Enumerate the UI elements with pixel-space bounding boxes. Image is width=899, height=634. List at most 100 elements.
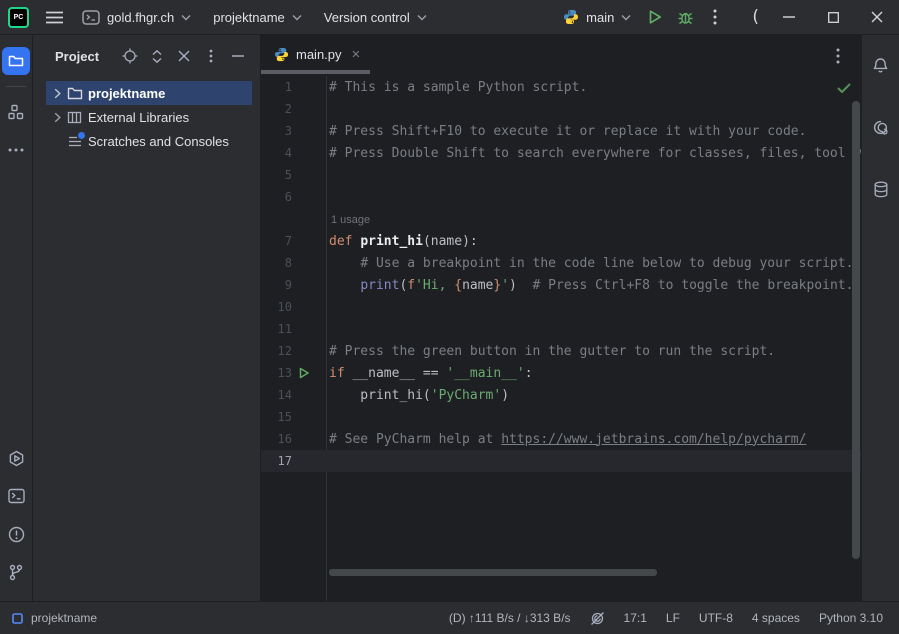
code-text[interactable]: # See PyCharm help at https://www.jetbra… — [326, 432, 861, 447]
code-line-8: 8 # Use a breakpoint in the code line be… — [261, 252, 861, 274]
remote-host-label: gold.fhgr.ch — [107, 10, 174, 25]
vertical-scrollbar[interactable] — [852, 101, 860, 559]
code-text[interactable]: # Use a breakpoint in the code line belo… — [326, 256, 861, 271]
code-line-9: 9 print(f'Hi, {name}') # Press Ctrl+F8 t… — [261, 274, 861, 296]
code-line-10: 10 — [261, 296, 861, 318]
close-button[interactable] — [855, 0, 899, 34]
locate-file-button[interactable] — [120, 46, 140, 66]
remote-host-widget[interactable]: gold.fhgr.ch — [73, 3, 200, 31]
line-number: 7 — [261, 234, 292, 248]
python-icon — [563, 9, 579, 25]
remote-terminal-icon — [82, 10, 100, 25]
line-number: 12 — [261, 344, 292, 358]
ellipsis-icon — [8, 148, 24, 152]
tree-item-label: External Libraries — [88, 110, 189, 125]
code-line-11: 11 — [261, 318, 861, 340]
tab-label: main.py — [296, 47, 342, 62]
inlay-hint-row: 1 usage — [261, 208, 861, 230]
more-toolwindows-button[interactable] — [2, 136, 30, 164]
problems-icon — [8, 526, 25, 543]
line-number: 16 — [261, 432, 292, 446]
terminal-toolwindow-button[interactable] — [2, 482, 30, 510]
tree-item-external-libraries[interactable]: External Libraries — [46, 105, 252, 129]
line-number: 4 — [261, 146, 292, 160]
more-actions-button[interactable] — [700, 3, 730, 31]
code-text[interactable]: def print_hi(name): — [326, 234, 861, 249]
vcs-widget[interactable]: Version control — [315, 3, 436, 31]
chevron-right-icon[interactable] — [49, 112, 66, 123]
project-toolwindow-button[interactable] — [2, 47, 30, 75]
collapse-all-button[interactable] — [174, 46, 194, 66]
inspection-ok-icon[interactable] — [837, 83, 851, 94]
encoding-widget[interactable]: UTF-8 — [699, 611, 733, 625]
scratch-badge — [78, 132, 85, 139]
line-number: 8 — [261, 256, 292, 270]
highlighting-off-icon — [590, 611, 605, 626]
git-toolwindow-button[interactable] — [2, 558, 30, 586]
notifications-button[interactable] — [867, 51, 895, 79]
line-number: 15 — [261, 410, 292, 424]
tab-main-py[interactable]: main.py × — [261, 35, 370, 76]
editor-options-button[interactable] — [823, 42, 853, 70]
database-icon — [873, 181, 889, 198]
run-config-widget[interactable]: main — [554, 3, 640, 31]
code-text[interactable]: # Press the green button in the gutter t… — [326, 344, 861, 359]
database-button[interactable] — [867, 175, 895, 203]
panel-options-button[interactable] — [201, 46, 221, 66]
statusbar-project-name: projektname — [31, 611, 97, 625]
interpreter-widget[interactable]: Python 3.10 — [819, 611, 883, 625]
main-menu-button[interactable] — [39, 3, 69, 31]
maximize-button[interactable] — [811, 0, 855, 34]
code-line-15: 15 — [261, 406, 861, 428]
ai-assistant-button[interactable] — [867, 113, 895, 141]
code-line-7: 7 def print_hi(name): — [261, 230, 861, 252]
project-tree: projektname External Libraries Scratches… — [33, 77, 260, 153]
line-number: 14 — [261, 388, 292, 402]
chevron-down-icon — [292, 14, 302, 21]
project-widget[interactable]: projektname — [204, 3, 311, 31]
editor-area: main.py × 1# This is a sample Python scr… — [261, 35, 861, 601]
chevron-right-icon[interactable] — [49, 88, 66, 99]
code-text[interactable]: print_hi('PyCharm') — [326, 388, 861, 403]
code-text[interactable]: # This is a sample Python script. — [326, 80, 861, 95]
caret-position-widget[interactable]: 17:1 — [624, 611, 647, 625]
problems-toolwindow-button[interactable] — [2, 520, 30, 548]
up-down-chevrons-icon — [151, 49, 163, 64]
maximize-icon — [828, 12, 839, 23]
inspections-widget[interactable] — [590, 611, 605, 626]
code-text[interactable]: # Press Shift+F10 to execute it or repla… — [326, 124, 861, 139]
expand-collapse-button[interactable] — [147, 46, 167, 66]
minimize-icon — [783, 16, 795, 18]
minimize-button[interactable] — [767, 0, 811, 34]
vcs-widget-label: Version control — [324, 10, 410, 25]
run-button[interactable] — [640, 3, 670, 31]
tree-item-label: projektname — [88, 86, 165, 101]
code-text[interactable]: # Press Double Shift to search everywher… — [326, 146, 861, 161]
hide-panel-button[interactable] — [228, 46, 248, 66]
code-text[interactable]: print(f'Hi, {name}') # Press Ctrl+F8 to … — [326, 278, 861, 293]
structure-toolwindow-button[interactable] — [2, 98, 30, 126]
network-stats: (D) ↑111 B/s / ↓313 B/s — [449, 611, 571, 625]
horizontal-scrollbar[interactable] — [329, 569, 657, 576]
usage-inlay-hint[interactable]: 1 usage — [329, 214, 370, 226]
run-line-icon[interactable] — [298, 367, 314, 379]
scratches-icon — [66, 135, 83, 148]
project-panel-title: Project — [55, 49, 99, 64]
code-text[interactable]: if __name__ == '__main__': — [326, 366, 861, 381]
line-ending-widget[interactable]: LF — [666, 611, 680, 625]
debug-button[interactable] — [670, 3, 700, 31]
tree-item-scratches[interactable]: Scratches and Consoles — [46, 129, 252, 153]
editor-tabbar: main.py × — [261, 35, 861, 76]
code-line-12: 12 # Press the green button in the gutter… — [261, 340, 861, 362]
tab-close-icon[interactable]: × — [352, 47, 361, 62]
services-toolwindow-button[interactable] — [2, 444, 30, 472]
code-text[interactable]: 1 usage — [326, 212, 861, 227]
folder-icon — [66, 86, 83, 101]
titlebar: PC gold.fhgr.ch projektname Version cont… — [0, 0, 899, 35]
code-line-2: 2 — [261, 98, 861, 120]
code-editor[interactable]: 1# This is a sample Python script.23# Pr… — [261, 76, 861, 601]
bell-icon — [872, 57, 889, 74]
hamburger-icon — [46, 11, 63, 24]
tree-item-projektname[interactable]: projektname — [46, 81, 252, 105]
indent-widget[interactable]: 4 spaces — [752, 611, 800, 625]
